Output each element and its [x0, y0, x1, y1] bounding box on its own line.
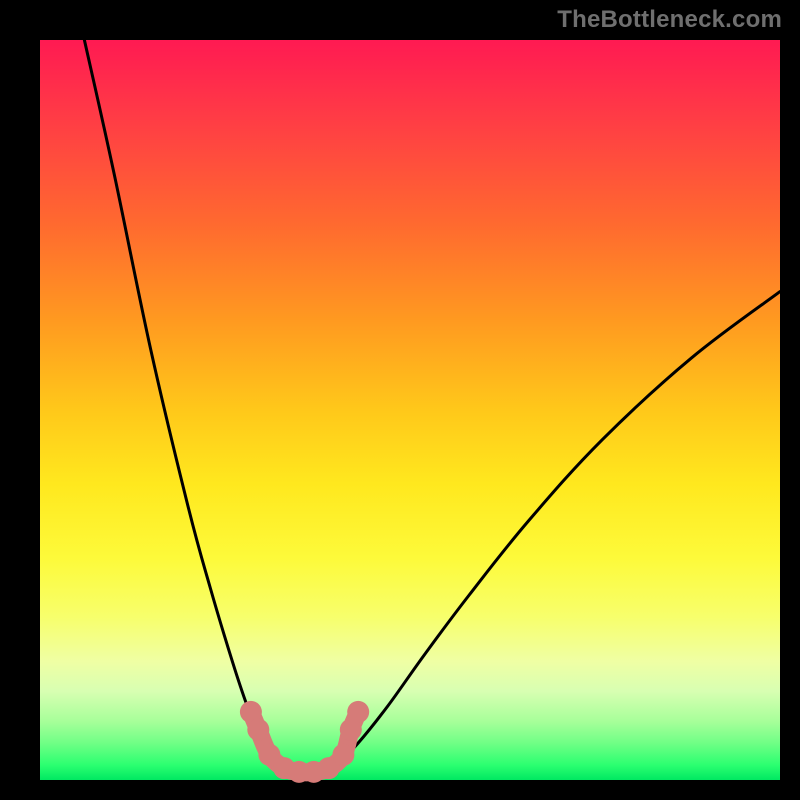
- marker-dot: [332, 744, 354, 766]
- chart-overlay: [40, 40, 780, 780]
- chart-frame: TheBottleneck.com: [0, 0, 800, 800]
- watermark-text: TheBottleneck.com: [557, 6, 782, 34]
- curve-right: [306, 292, 780, 775]
- marker-dot: [247, 719, 269, 741]
- curve-left: [84, 40, 306, 775]
- plot-area: [40, 40, 780, 780]
- marker-dot: [347, 701, 369, 723]
- markers-cluster: [240, 701, 369, 783]
